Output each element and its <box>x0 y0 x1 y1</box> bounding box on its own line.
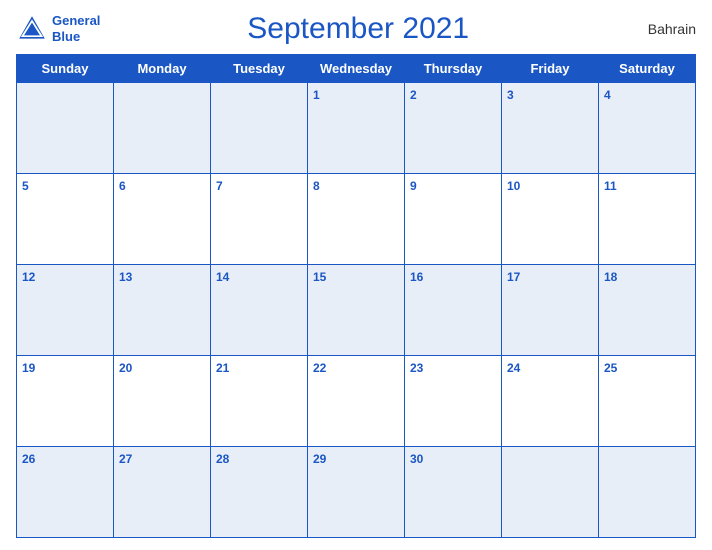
day-number: 2 <box>410 88 417 102</box>
day-number: 15 <box>313 270 326 284</box>
day-number: 14 <box>216 270 229 284</box>
calendar-cell: 8 <box>308 174 405 265</box>
day-number: 17 <box>507 270 520 284</box>
calendar-cell: 24 <box>502 356 599 447</box>
weekday-header-wednesday: Wednesday <box>308 55 405 83</box>
day-number: 30 <box>410 452 423 466</box>
calendar-page: General Blue September 2021 Bahrain Sund… <box>0 0 712 550</box>
logo: General Blue <box>16 13 100 45</box>
calendar-cell: 25 <box>599 356 696 447</box>
calendar-week-row: 26 27 28 29 30 <box>17 447 696 538</box>
weekday-header-saturday: Saturday <box>599 55 696 83</box>
calendar-cell: 28 <box>211 447 308 538</box>
calendar-cell: 5 <box>17 174 114 265</box>
calendar-cell: 26 <box>17 447 114 538</box>
day-number: 5 <box>22 179 29 193</box>
weekday-header-monday: Monday <box>114 55 211 83</box>
calendar-week-row: 1 2 3 4 <box>17 83 696 174</box>
calendar-cell: 12 <box>17 265 114 356</box>
calendar-cell: 13 <box>114 265 211 356</box>
day-number: 4 <box>604 88 611 102</box>
calendar-header: General Blue September 2021 Bahrain <box>16 12 696 46</box>
day-number: 25 <box>604 361 617 375</box>
weekday-header-friday: Friday <box>502 55 599 83</box>
day-number: 27 <box>119 452 132 466</box>
calendar-cell: 6 <box>114 174 211 265</box>
day-number: 26 <box>22 452 35 466</box>
day-number: 29 <box>313 452 326 466</box>
calendar-title: September 2021 <box>100 12 616 46</box>
calendar-cell: 27 <box>114 447 211 538</box>
day-number: 20 <box>119 361 132 375</box>
generalblue-logo-icon <box>16 13 48 45</box>
calendar-cell: 20 <box>114 356 211 447</box>
day-number: 6 <box>119 179 126 193</box>
calendar-cell: 17 <box>502 265 599 356</box>
day-number: 16 <box>410 270 423 284</box>
calendar-cell <box>114 83 211 174</box>
day-number: 3 <box>507 88 514 102</box>
calendar-week-row: 5 6 7 8 9 10 11 <box>17 174 696 265</box>
calendar-cell <box>502 447 599 538</box>
day-number: 1 <box>313 88 320 102</box>
weekday-header-sunday: Sunday <box>17 55 114 83</box>
calendar-cell: 21 <box>211 356 308 447</box>
calendar-cell: 9 <box>405 174 502 265</box>
day-number: 13 <box>119 270 132 284</box>
day-number: 24 <box>507 361 520 375</box>
weekday-header-thursday: Thursday <box>405 55 502 83</box>
calendar-table: SundayMondayTuesdayWednesdayThursdayFrid… <box>16 54 696 538</box>
calendar-cell: 10 <box>502 174 599 265</box>
day-number: 28 <box>216 452 229 466</box>
day-number: 19 <box>22 361 35 375</box>
calendar-cell: 22 <box>308 356 405 447</box>
day-number: 18 <box>604 270 617 284</box>
day-number: 9 <box>410 179 417 193</box>
day-number: 12 <box>22 270 35 284</box>
day-number: 23 <box>410 361 423 375</box>
calendar-cell: 1 <box>308 83 405 174</box>
weekday-header-tuesday: Tuesday <box>211 55 308 83</box>
day-number: 21 <box>216 361 229 375</box>
calendar-week-row: 12 13 14 15 16 17 18 <box>17 265 696 356</box>
calendar-cell: 29 <box>308 447 405 538</box>
calendar-cell <box>211 83 308 174</box>
weekday-header-row: SundayMondayTuesdayWednesdayThursdayFrid… <box>17 55 696 83</box>
country-label: Bahrain <box>616 21 696 37</box>
calendar-cell: 7 <box>211 174 308 265</box>
day-number: 10 <box>507 179 520 193</box>
day-number: 7 <box>216 179 223 193</box>
calendar-cell: 4 <box>599 83 696 174</box>
calendar-cell: 19 <box>17 356 114 447</box>
day-number: 11 <box>604 179 617 193</box>
calendar-cell: 14 <box>211 265 308 356</box>
calendar-cell: 30 <box>405 447 502 538</box>
calendar-cell: 3 <box>502 83 599 174</box>
calendar-cell: 23 <box>405 356 502 447</box>
calendar-week-row: 19 20 21 22 23 24 25 <box>17 356 696 447</box>
day-number: 22 <box>313 361 326 375</box>
day-number: 8 <box>313 179 320 193</box>
calendar-cell: 16 <box>405 265 502 356</box>
calendar-cell: 11 <box>599 174 696 265</box>
calendar-cell <box>599 447 696 538</box>
calendar-cell <box>17 83 114 174</box>
calendar-cell: 2 <box>405 83 502 174</box>
logo-text: General Blue <box>52 13 100 44</box>
calendar-cell: 15 <box>308 265 405 356</box>
calendar-cell: 18 <box>599 265 696 356</box>
